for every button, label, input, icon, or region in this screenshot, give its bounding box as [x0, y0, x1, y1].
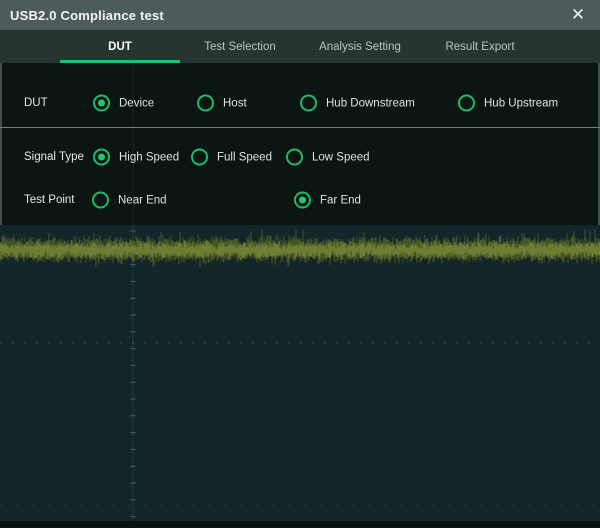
radio-icon [197, 95, 214, 112]
test-point-row-label: Test Point [24, 194, 75, 206]
radio-group-dut: DUT Device Host Hub Downstream Hub Upstr… [2, 86, 598, 120]
radio-hub-upstream[interactable]: Hub Upstream [458, 95, 558, 112]
title-bar: USB2.0 Compliance test ✕ [0, 0, 600, 30]
tab-bar: DUT Test Selection Analysis Setting Resu… [0, 30, 600, 63]
radio-near-end[interactable]: Near End [92, 192, 167, 209]
tab-test-selection[interactable]: Test Selection [180, 30, 300, 63]
radio-low-speed-label: Low Speed [312, 151, 370, 163]
radio-host[interactable]: Host [197, 95, 247, 112]
tab-result-export-label: Result Export [445, 41, 514, 53]
radio-icon [294, 192, 311, 209]
usb-compliance-dialog: USB2.0 Compliance test ✕ DUT Test Select… [0, 0, 600, 528]
radio-hub-upstream-label: Hub Upstream [484, 97, 558, 109]
tab-analysis-setting[interactable]: Analysis Setting [300, 30, 420, 63]
radio-low-speed[interactable]: Low Speed [286, 149, 370, 166]
radio-far-end-label: Far End [320, 194, 361, 206]
radio-full-speed[interactable]: Full Speed [191, 149, 272, 166]
tab-result-export[interactable]: Result Export [420, 30, 540, 63]
radio-high-speed-label: High Speed [119, 151, 179, 163]
dut-row-label: DUT [24, 97, 48, 109]
radio-device-label: Device [119, 97, 154, 109]
tab-dut[interactable]: DUT [60, 30, 180, 63]
tab-dut-label: DUT [108, 41, 132, 53]
radio-high-speed[interactable]: High Speed [93, 149, 179, 166]
radio-group-test-point: Test Point Near End Far End [2, 183, 598, 217]
radio-icon [458, 95, 475, 112]
radio-icon [93, 149, 110, 166]
scope-bottom-edge [0, 521, 600, 528]
tab-test-selection-label: Test Selection [204, 41, 276, 53]
radio-far-end[interactable]: Far End [294, 192, 361, 209]
radio-icon [92, 192, 109, 209]
radio-hub-downstream-label: Hub Downstream [326, 97, 415, 109]
radio-host-label: Host [223, 97, 247, 109]
radio-device[interactable]: Device [93, 95, 154, 112]
radio-near-end-label: Near End [118, 194, 167, 206]
radio-group-signal-type: Signal Type High Speed Full Speed Low Sp… [2, 140, 598, 174]
radio-full-speed-label: Full Speed [217, 151, 272, 163]
active-tab-underline [60, 60, 180, 63]
radio-hub-downstream[interactable]: Hub Downstream [300, 95, 415, 112]
radio-icon [300, 95, 317, 112]
section-divider [0, 127, 600, 128]
tab-analysis-setting-label: Analysis Setting [319, 41, 401, 53]
waveform-plot [0, 225, 600, 528]
radio-icon [286, 149, 303, 166]
dialog-title: USB2.0 Compliance test [0, 8, 164, 23]
close-icon[interactable]: ✕ [564, 0, 592, 30]
radio-icon [191, 149, 208, 166]
radio-icon [93, 95, 110, 112]
signal-type-row-label: Signal Type [24, 151, 84, 163]
scope-display [0, 225, 600, 528]
